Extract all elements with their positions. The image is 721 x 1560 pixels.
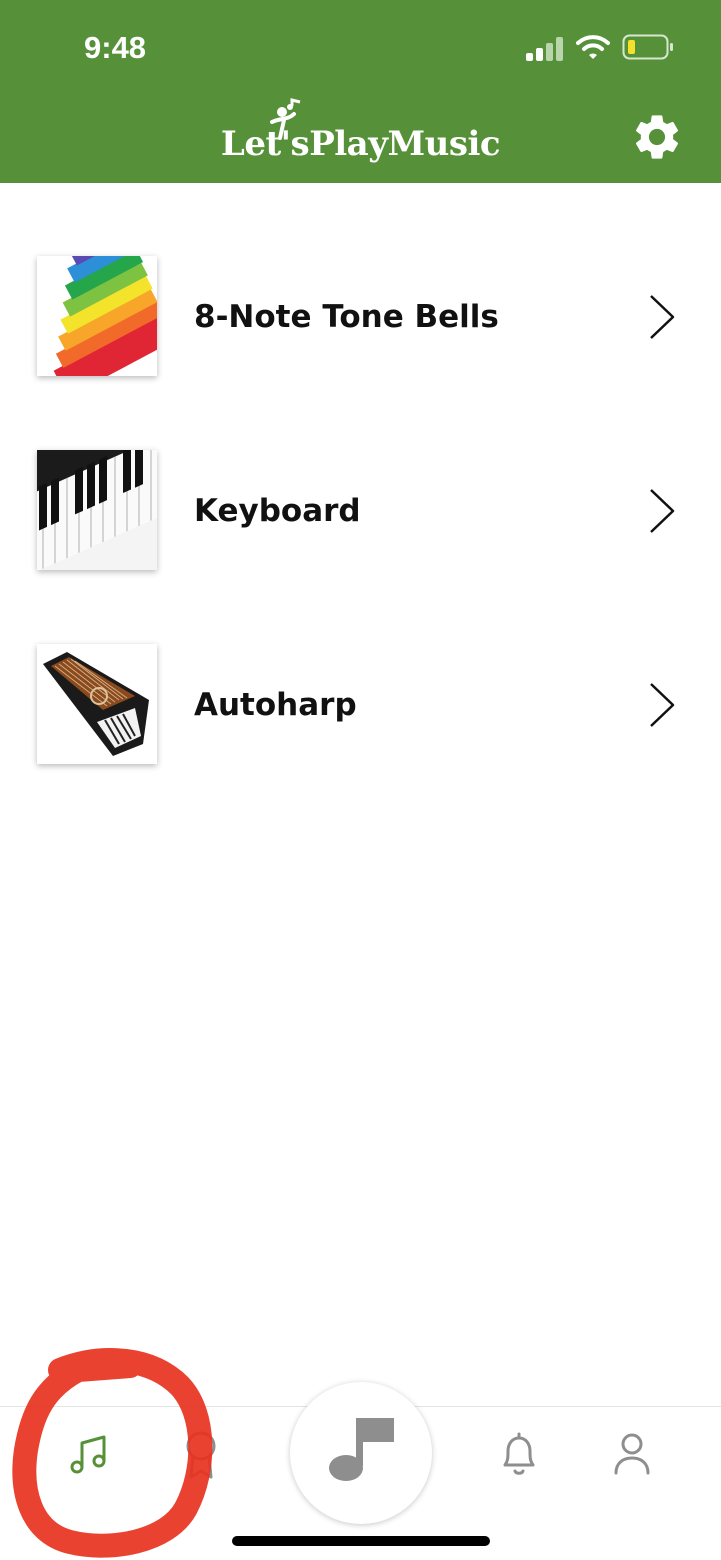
user-icon[interactable] [612, 1431, 652, 1477]
award-ribbon-icon[interactable] [182, 1429, 220, 1481]
item-label: Autoharp [194, 687, 357, 723]
signal-icon [526, 37, 563, 61]
item-label: 8-Note Tone Bells [194, 299, 499, 335]
play-music-button[interactable] [290, 1382, 432, 1524]
home-indicator [232, 1536, 490, 1546]
chevron-right-icon [650, 295, 675, 339]
chevron-right-icon [650, 683, 675, 727]
list-item-tone-bells[interactable]: 8-Note Tone Bells [0, 220, 721, 414]
chevron-right-icon [650, 489, 675, 533]
battery-icon [622, 34, 673, 60]
app-header: 9:48 Let'sPlayMusic [0, 0, 721, 183]
list-item-autoharp[interactable]: Autoharp [0, 608, 721, 802]
instrument-list: 8-Note Tone Bells Keyboard Autoharp [0, 220, 721, 802]
keyboard-image [37, 450, 157, 570]
status-time: 9:48 [84, 30, 147, 65]
gear-icon[interactable] [630, 110, 684, 164]
tone-bells-image [37, 256, 157, 376]
autoharp-image [37, 644, 157, 764]
music-note-center-icon [329, 1418, 394, 1481]
list-item-keyboard[interactable]: Keyboard [0, 414, 721, 608]
app-logo: Let'sPlayMusic [220, 124, 501, 164]
item-label: Keyboard [194, 493, 361, 529]
status-icons [524, 34, 674, 62]
bell-icon[interactable] [498, 1431, 540, 1479]
wifi-icon [576, 35, 610, 59]
music-notes-icon[interactable] [68, 1433, 112, 1477]
